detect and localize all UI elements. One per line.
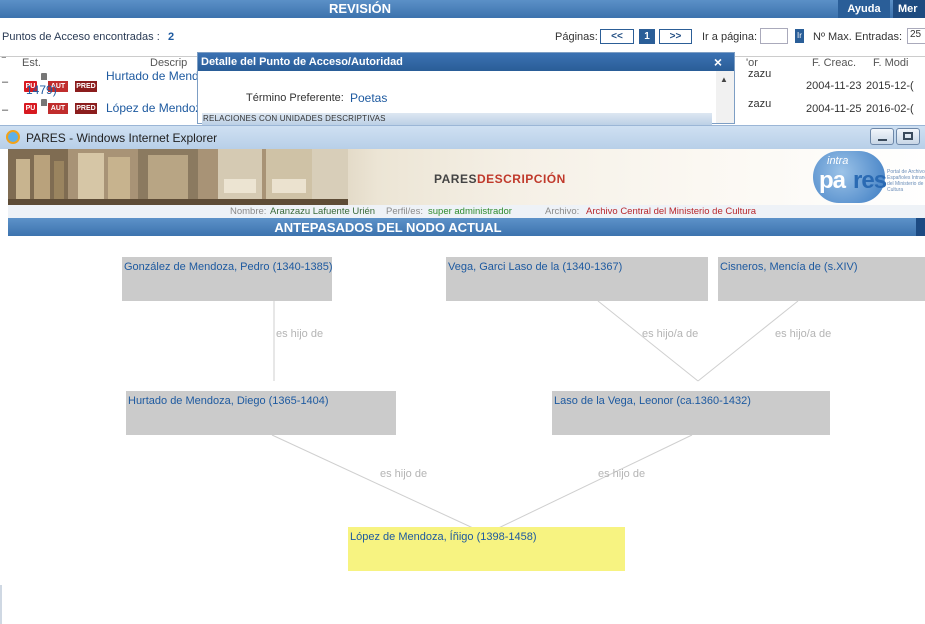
maximize-icon bbox=[903, 132, 913, 140]
user-archive-label: Archivo: bbox=[545, 206, 580, 217]
pred-badge: PRED bbox=[75, 81, 97, 92]
user-archive-value: Archivo Central del Ministerio de Cultur… bbox=[586, 206, 757, 217]
preferred-term-label: Término Preferente: bbox=[246, 92, 344, 104]
revision-header: REVISIÓN Ayuda Mer bbox=[0, 0, 925, 18]
relation-label: es hijo/a de bbox=[642, 328, 699, 340]
col-descr[interactable]: Descrip bbox=[150, 57, 187, 69]
window-edge bbox=[0, 125, 8, 624]
tree-node-label[interactable]: González de Mendoza, Pedro (1340-1385) bbox=[124, 261, 333, 273]
archive-shelf-image bbox=[8, 149, 348, 205]
help-button[interactable]: Ayuda bbox=[838, 0, 890, 18]
popup-scrollbar[interactable]: ▲ bbox=[716, 71, 734, 123]
col-est[interactable]: Est. bbox=[22, 57, 41, 69]
col-dash: ‾ bbox=[2, 57, 6, 69]
ie-title-bar[interactable]: PARES - Windows Internet Explorer bbox=[0, 125, 925, 149]
row-description[interactable]: Hurtado de Mendo bbox=[106, 69, 205, 83]
connector-line bbox=[271, 434, 487, 535]
logo-caption: Portal de Archivos Españoles Intranet de… bbox=[887, 169, 925, 193]
logo-intra-text: intra bbox=[827, 155, 849, 167]
relation-label: es hijo de bbox=[380, 468, 428, 480]
maximize-button[interactable] bbox=[896, 128, 920, 145]
scroll-up-arrow-icon[interactable]: ▲ bbox=[720, 75, 728, 84]
ie-window-title: PARES - Windows Internet Explorer bbox=[26, 131, 218, 145]
ie-window: PARES - Windows Internet Explorer PARESD… bbox=[0, 125, 925, 624]
tree-node[interactable]: Vega, Garci Laso de la (1340-1367) bbox=[446, 257, 708, 301]
found-count: 2 bbox=[168, 31, 175, 43]
lock-icon bbox=[41, 73, 47, 80]
max-entries-label: Nº Max. Entradas: bbox=[813, 31, 902, 43]
popup-title: Detalle del Punto de Acceso/Autoridad bbox=[201, 56, 403, 68]
logo-pa-text: pa bbox=[819, 167, 846, 194]
connector-line bbox=[597, 300, 699, 382]
goto-button[interactable]: Ir bbox=[795, 29, 804, 43]
pares-banner: PARESDESCRIPCIÓN intra pa res Portal de … bbox=[8, 149, 925, 205]
row-modified: 2015-12-( bbox=[866, 80, 914, 92]
tree-node-label[interactable]: López de Mendoza, Íñigo (1398-1458) bbox=[350, 531, 537, 543]
row-created: 2004-11-25 bbox=[806, 103, 862, 115]
next-page-button[interactable]: >> bbox=[659, 29, 692, 44]
user-profile-label: Perfil/es: bbox=[386, 206, 423, 217]
prev-page-button[interactable]: << bbox=[600, 29, 634, 44]
tree-node[interactable]: Cisneros, Mencía de (s.XIV) bbox=[718, 257, 925, 301]
relation-label: es hijo/a de bbox=[775, 328, 832, 340]
user-info-bar: Nombre: Aranzazu Lafuente Urién Perfil/e… bbox=[8, 205, 925, 218]
row-expander[interactable]: – bbox=[2, 76, 8, 88]
tree-node[interactable]: Laso de la Vega, Leonor (ca.1360-1432) bbox=[552, 391, 830, 435]
row-expander[interactable]: – bbox=[2, 104, 8, 116]
logo-res-text: res bbox=[853, 167, 887, 194]
goto-page-input[interactable] bbox=[760, 28, 788, 44]
minimize-icon bbox=[877, 139, 887, 141]
col-created[interactable]: F. Creac. bbox=[812, 57, 856, 69]
user-profile-value: super administrador bbox=[428, 206, 512, 217]
found-label: Puntos de Acceso encontradas : bbox=[2, 31, 160, 43]
minimize-button[interactable] bbox=[870, 128, 894, 145]
connector-line bbox=[697, 300, 799, 382]
relation-label: es hijo de bbox=[598, 468, 646, 480]
row-created: 2004-11-23 bbox=[806, 80, 862, 92]
row-description-cont[interactable]: 1479) bbox=[26, 83, 57, 97]
current-page-button[interactable]: 1 bbox=[639, 29, 655, 44]
banner-title: PARESDESCRIPCIÓN bbox=[434, 172, 566, 186]
tree-node-label[interactable]: Laso de la Vega, Leonor (ca.1360-1432) bbox=[554, 395, 751, 407]
results-toolbar: Puntos de Acceso encontradas : 2 Páginas… bbox=[0, 21, 925, 44]
user-name-value: Aranzazu Lafuente Urién bbox=[270, 206, 376, 217]
preferred-term-value[interactable]: Poetas bbox=[350, 91, 387, 105]
pu-badge: PU bbox=[24, 103, 37, 114]
revision-title: REVISIÓN bbox=[328, 1, 392, 16]
row-by: zazu bbox=[748, 68, 772, 80]
tree-node-label[interactable]: Vega, Garci Laso de la (1340-1367) bbox=[448, 261, 622, 273]
goto-page-label: Ir a página: bbox=[702, 31, 758, 43]
tree-node[interactable]: González de Mendoza, Pedro (1340-1385) bbox=[122, 257, 333, 301]
authority-detail-popup: Detalle del Punto de Acceso/Autoridad × … bbox=[197, 52, 735, 125]
tree-node[interactable]: Hurtado de Mendoza, Diego (1365-1404) bbox=[126, 391, 396, 435]
lock-icon bbox=[41, 99, 47, 106]
user-name-label: Nombre: bbox=[230, 206, 267, 217]
close-icon[interactable]: × bbox=[714, 54, 722, 70]
row-by: zazu bbox=[748, 98, 772, 110]
connector-line bbox=[485, 434, 693, 535]
ie-logo-icon bbox=[6, 130, 20, 144]
menu-button[interactable]: Mer bbox=[893, 0, 925, 18]
screen: REVISIÓN Ayuda Mer Puntos de Acceso enco… bbox=[0, 0, 925, 624]
pages-label: Páginas: bbox=[555, 31, 598, 43]
tree-title: ANTEPASADOS DEL NODO ACTUAL bbox=[274, 220, 502, 235]
relations-section-bar[interactable]: RELACIONES CON UNIDADES DESCRIPTIVAS bbox=[202, 113, 712, 125]
tree-header-corner bbox=[916, 218, 925, 236]
row-description[interactable]: López de Mendoza bbox=[106, 101, 208, 115]
aut-badge: AUT bbox=[48, 103, 68, 114]
tree-node-label[interactable]: Cisneros, Mencía de (s.XIV) bbox=[720, 261, 858, 273]
max-entries-input[interactable]: 25 bbox=[907, 28, 925, 44]
tree-node-label[interactable]: Hurtado de Mendoza, Diego (1365-1404) bbox=[128, 395, 329, 407]
pares-logo[interactable]: intra pa res Portal de Archivos Españole… bbox=[813, 151, 925, 203]
pred-badge: PRED bbox=[75, 103, 97, 114]
tree-header: ANTEPASADOS DEL NODO ACTUAL bbox=[8, 218, 925, 236]
popup-title-bar[interactable]: Detalle del Punto de Acceso/Autoridad × bbox=[198, 53, 734, 71]
col-modified[interactable]: F. Modi bbox=[873, 57, 908, 69]
current-tree-node[interactable]: López de Mendoza, Íñigo (1398-1458) bbox=[348, 527, 625, 571]
ancestor-tree: González de Mendoza, Pedro (1340-1385) V… bbox=[8, 236, 925, 624]
row-modified: 2016-02-( bbox=[866, 103, 914, 115]
relation-label: es hijo de bbox=[276, 328, 324, 340]
